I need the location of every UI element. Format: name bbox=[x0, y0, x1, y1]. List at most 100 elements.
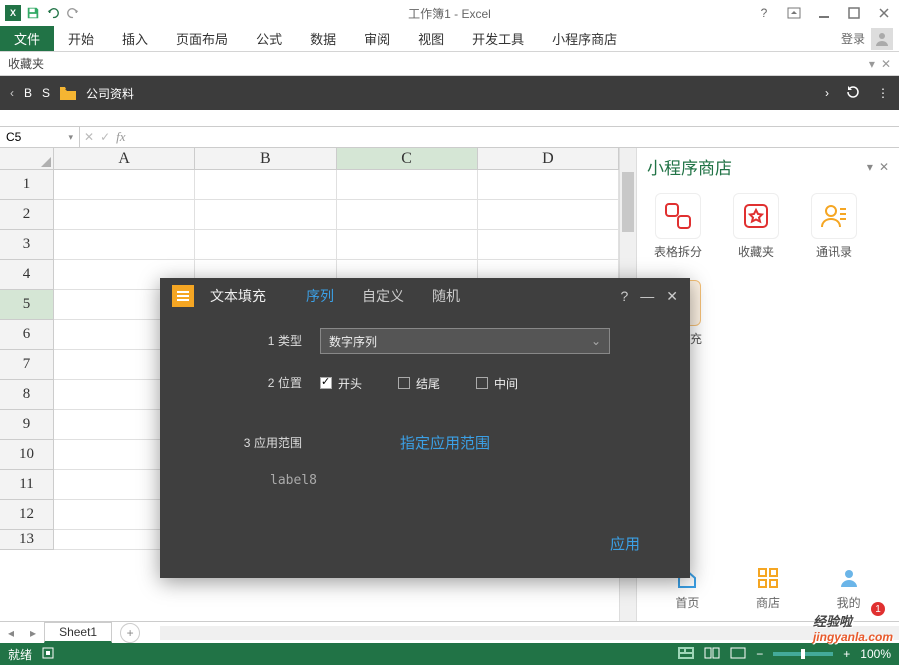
zoom-out-icon[interactable]: − bbox=[756, 647, 763, 661]
dialog-close-icon[interactable]: ✕ bbox=[666, 288, 678, 305]
macro-record-icon[interactable] bbox=[42, 647, 54, 662]
row-header[interactable]: 13 bbox=[0, 530, 54, 550]
cell[interactable] bbox=[478, 200, 619, 230]
cell[interactable] bbox=[54, 170, 195, 200]
text-fill-dialog: 文本填充 序列 自定义 随机 ? — ✕ 1 类型 数字序列 ⌄ 2 位置 开头… bbox=[160, 278, 690, 578]
favbar-close-icon[interactable]: ✕ bbox=[881, 57, 891, 71]
cell[interactable] bbox=[478, 170, 619, 200]
type-select[interactable]: 数字序列 ⌄ bbox=[320, 328, 610, 354]
tab-formulas[interactable]: 公式 bbox=[242, 26, 296, 51]
radio-end[interactable]: 结尾 bbox=[398, 375, 440, 392]
minimize-icon[interactable] bbox=[813, 2, 835, 24]
row-header[interactable]: 8 bbox=[0, 380, 54, 410]
row-header[interactable]: 7 bbox=[0, 350, 54, 380]
dialog-tab-sequence[interactable]: 序列 bbox=[306, 286, 334, 306]
cell[interactable] bbox=[337, 200, 478, 230]
row-header[interactable]: 6 bbox=[0, 320, 54, 350]
row-header[interactable]: 1 bbox=[0, 170, 54, 200]
horizontal-scrollbar[interactable] bbox=[160, 626, 899, 640]
tab-insert[interactable]: 插入 bbox=[108, 26, 162, 51]
accept-formula-icon[interactable]: ✓ bbox=[100, 130, 110, 144]
row-header[interactable]: 5 bbox=[0, 290, 54, 320]
select-all-corner[interactable] bbox=[0, 148, 54, 170]
radio-middle[interactable]: 中间 bbox=[476, 375, 518, 392]
col-header-a[interactable]: A bbox=[54, 148, 195, 170]
folder-name[interactable]: 公司资料 bbox=[86, 85, 134, 102]
dialog-help-icon[interactable]: ? bbox=[620, 288, 628, 304]
tab-layout[interactable]: 页面布局 bbox=[162, 26, 242, 51]
avatar-icon[interactable] bbox=[871, 28, 893, 50]
favbar-dropdown-icon[interactable]: ▾ bbox=[869, 57, 875, 71]
col-header-c[interactable]: C bbox=[337, 148, 478, 170]
menu-icon[interactable]: ⋮ bbox=[877, 86, 889, 100]
row-header[interactable]: 4 bbox=[0, 260, 54, 290]
tab-data[interactable]: 数据 bbox=[296, 26, 350, 51]
dialog-minimize-icon[interactable]: — bbox=[640, 288, 654, 304]
tab-miniapp[interactable]: 小程序商店 bbox=[538, 26, 631, 51]
view-pagebreak-icon[interactable] bbox=[730, 647, 746, 662]
maximize-icon[interactable] bbox=[843, 2, 865, 24]
row-header[interactable]: 9 bbox=[0, 410, 54, 440]
col-header-d[interactable]: D bbox=[478, 148, 619, 170]
row-header[interactable]: 11 bbox=[0, 470, 54, 500]
ribbon-display-icon[interactable] bbox=[783, 2, 805, 24]
zoom-level[interactable]: 100% bbox=[860, 647, 891, 661]
view-normal-icon[interactable] bbox=[678, 647, 694, 662]
radio-start[interactable]: 开头 bbox=[320, 375, 362, 392]
specify-range-link[interactable]: 指定应用范围 bbox=[400, 432, 490, 453]
cell[interactable] bbox=[195, 200, 336, 230]
sheet-tab[interactable]: Sheet1 bbox=[44, 622, 112, 643]
app-表格拆分[interactable]: 表格拆分 bbox=[647, 193, 709, 260]
apply-button[interactable]: 应用 bbox=[610, 533, 640, 554]
row-header[interactable]: 3 bbox=[0, 230, 54, 260]
row-header[interactable]: 10 bbox=[0, 440, 54, 470]
tab-dev[interactable]: 开发工具 bbox=[458, 26, 538, 51]
dialog-tab-random[interactable]: 随机 bbox=[432, 286, 460, 306]
nav-forward-icon[interactable]: › bbox=[825, 86, 829, 100]
col-header-b[interactable]: B bbox=[195, 148, 336, 170]
name-box-dropdown-icon[interactable]: ▾ bbox=[68, 132, 73, 143]
row-header[interactable]: 2 bbox=[0, 200, 54, 230]
cell[interactable] bbox=[337, 170, 478, 200]
close-icon[interactable] bbox=[873, 2, 895, 24]
cell[interactable] bbox=[337, 230, 478, 260]
app-通讯录[interactable]: 通讯录 bbox=[803, 193, 865, 260]
sheet-nav-next-icon[interactable]: ▸ bbox=[22, 626, 44, 640]
fx-icon[interactable]: fx bbox=[116, 129, 125, 145]
formula-bar[interactable] bbox=[132, 130, 895, 144]
status-ready: 就绪 bbox=[8, 646, 32, 663]
zoom-in-icon[interactable]: + bbox=[843, 647, 850, 661]
sheet-nav-prev-icon[interactable]: ◂ bbox=[0, 626, 22, 640]
pane-dropdown-icon[interactable]: ▾ bbox=[867, 160, 873, 174]
app-收藏夹[interactable]: 收藏夹 bbox=[725, 193, 787, 260]
nav-back-icon[interactable]: ‹ bbox=[10, 86, 14, 100]
view-layout-icon[interactable] bbox=[704, 647, 720, 662]
tab-file[interactable]: 文件 bbox=[0, 26, 54, 51]
refresh-icon[interactable] bbox=[845, 84, 861, 103]
name-box[interactable]: C5 ▾ bbox=[0, 127, 80, 147]
dialog-icon bbox=[172, 285, 194, 307]
dialog-title: 文本填充 bbox=[210, 286, 266, 306]
cell[interactable] bbox=[195, 230, 336, 260]
nav-商店[interactable]: 商店 bbox=[756, 567, 780, 611]
login-link[interactable]: 登录 bbox=[841, 30, 865, 47]
row-header[interactable]: 12 bbox=[0, 500, 54, 530]
zoom-slider[interactable] bbox=[773, 652, 833, 656]
tab-review[interactable]: 审阅 bbox=[350, 26, 404, 51]
tab-home[interactable]: 开始 bbox=[54, 26, 108, 51]
dialog-tab-custom[interactable]: 自定义 bbox=[362, 286, 404, 306]
cell[interactable] bbox=[195, 170, 336, 200]
pane-title: 小程序商店 bbox=[647, 154, 732, 179]
darkbar-item-s[interactable]: S bbox=[42, 86, 50, 100]
tab-view[interactable]: 视图 bbox=[404, 26, 458, 51]
cell[interactable] bbox=[54, 200, 195, 230]
cell[interactable] bbox=[478, 230, 619, 260]
help-icon[interactable]: ? bbox=[753, 2, 775, 24]
pane-close-icon[interactable]: ✕ bbox=[879, 160, 889, 174]
chevron-down-icon: ⌄ bbox=[591, 334, 601, 348]
cell[interactable] bbox=[54, 230, 195, 260]
nav-我的[interactable]: 我的 bbox=[837, 567, 861, 611]
darkbar-item-b[interactable]: B bbox=[24, 86, 32, 100]
add-sheet-icon[interactable]: + bbox=[120, 623, 140, 643]
cancel-formula-icon[interactable]: ✕ bbox=[84, 130, 94, 144]
